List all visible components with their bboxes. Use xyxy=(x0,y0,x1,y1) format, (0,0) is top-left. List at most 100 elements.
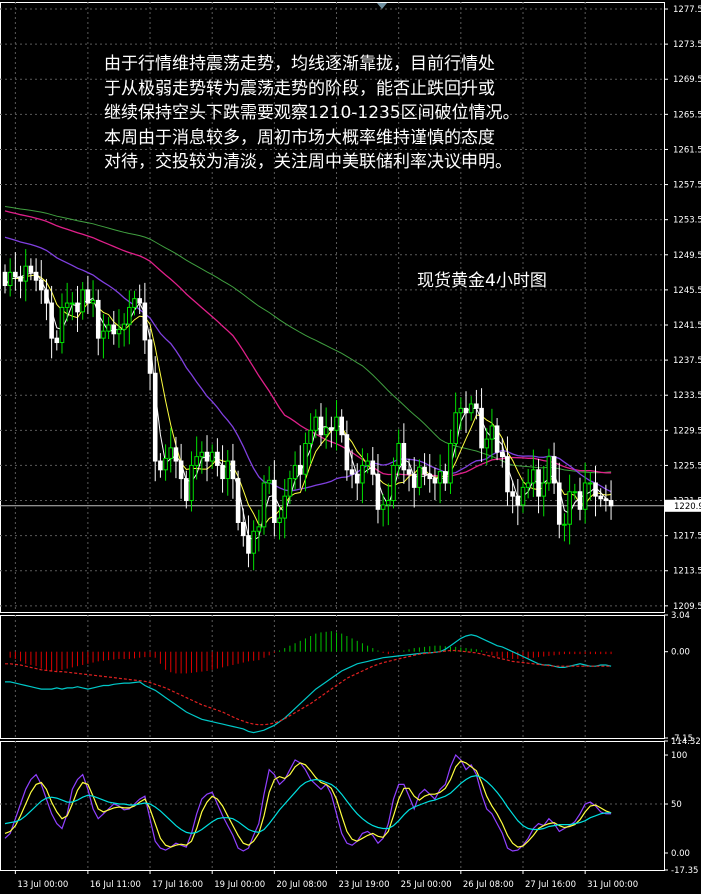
candle xyxy=(246,515,251,568)
candle-body xyxy=(173,447,179,462)
candle xyxy=(468,396,474,421)
candle-body xyxy=(608,500,614,507)
x-tick-label: 23 Jul 19:00 xyxy=(339,880,390,890)
annotation-line: 本周由于消息较多，周初市场大概率维持谨慎的态度 xyxy=(104,127,495,148)
candle xyxy=(215,438,220,477)
x-tick-label: 27 Jul 16:00 xyxy=(525,880,576,890)
candle xyxy=(354,463,360,501)
candle-body xyxy=(230,460,236,480)
price-y-tick-label: 1233.5 xyxy=(673,391,701,401)
candle-body xyxy=(494,425,500,453)
stochastic-y-tick-label: -17.35 xyxy=(671,866,698,876)
candle-body xyxy=(582,482,588,510)
candle-body xyxy=(417,466,422,488)
candle-body xyxy=(256,526,262,532)
candle-body xyxy=(70,302,75,305)
candle xyxy=(137,284,142,315)
candle-body xyxy=(308,429,313,444)
candle xyxy=(163,444,168,481)
candle-body xyxy=(515,495,521,506)
candle-body xyxy=(101,330,106,339)
candle xyxy=(106,317,111,340)
candle-body xyxy=(282,495,288,519)
candle xyxy=(520,479,526,513)
candle xyxy=(256,509,262,552)
candle xyxy=(251,520,256,571)
candle-body xyxy=(593,482,598,497)
candle-body xyxy=(479,407,484,449)
candle xyxy=(168,427,174,473)
candle xyxy=(463,391,469,433)
candle-body xyxy=(370,460,376,475)
candle-body xyxy=(588,482,593,485)
price-y-tick-label: 1217.5 xyxy=(673,532,701,542)
candle-body xyxy=(215,451,220,466)
candle xyxy=(95,289,101,356)
candle xyxy=(541,465,547,517)
x-tick-label: 13 Jul 00:00 xyxy=(17,880,68,890)
candle xyxy=(608,480,614,520)
candle xyxy=(417,459,422,496)
price-y-tick-label: 1269.5 xyxy=(673,75,701,85)
candle-body xyxy=(386,500,391,506)
chart-title: 现货黄金4小时图 xyxy=(417,271,547,291)
candle xyxy=(225,450,231,496)
candle-body xyxy=(406,469,412,475)
candle xyxy=(525,468,531,499)
candle xyxy=(189,451,194,512)
candle-body xyxy=(422,466,427,475)
candle-body xyxy=(225,460,231,480)
candle xyxy=(479,388,484,462)
x-tick-label: 25 Jul 00:00 xyxy=(401,880,452,890)
candle-body xyxy=(44,289,49,304)
candle xyxy=(536,458,541,514)
candle xyxy=(230,443,236,499)
candle-body xyxy=(556,482,562,525)
price-y-tick-label: 1241.5 xyxy=(673,321,701,331)
stochastic-y-tick-label: 0.00 xyxy=(671,849,690,859)
candle-body xyxy=(329,427,334,431)
oscillator-y-tick-label: 0.00 xyxy=(671,648,690,658)
price-y-tick-label: 1213.5 xyxy=(673,567,701,577)
candle-body xyxy=(137,298,142,304)
candle xyxy=(344,420,350,481)
candle xyxy=(448,429,453,494)
candle-body xyxy=(489,425,495,440)
candle xyxy=(121,313,127,347)
candle xyxy=(386,483,391,526)
candle xyxy=(422,453,427,486)
candle-body xyxy=(163,457,168,471)
candle-body xyxy=(334,416,339,431)
oscillator-y-tick-label: 3.04 xyxy=(671,611,690,621)
candle-body xyxy=(152,372,158,462)
annotation-line: 于从极弱走势转为震荡走势的阶段，能否止跌回升或 xyxy=(104,78,495,99)
candle-body xyxy=(380,504,386,510)
candle-body xyxy=(111,324,117,335)
x-tick-label: 17 Jul 16:00 xyxy=(152,880,203,890)
candle-body xyxy=(240,521,246,537)
candle-body xyxy=(323,427,329,436)
candle-body xyxy=(28,265,34,273)
candle xyxy=(158,453,163,478)
scroll-marker-icon[interactable] xyxy=(377,3,387,9)
moving-average-lines xyxy=(4,206,612,541)
candle xyxy=(59,293,65,354)
candle xyxy=(562,513,567,542)
candle xyxy=(28,258,34,281)
candle xyxy=(515,479,521,526)
candle xyxy=(443,463,448,491)
candle xyxy=(308,413,313,464)
candle-body xyxy=(551,456,557,484)
candle xyxy=(111,310,117,345)
candle-body xyxy=(199,451,205,458)
candle-body xyxy=(272,479,277,523)
ma-green-line xyxy=(4,206,612,474)
stochastic-y-tick-label: 114.32 xyxy=(671,737,701,747)
candle-body xyxy=(106,324,111,332)
candle-body xyxy=(251,530,256,554)
candle-body xyxy=(354,473,360,484)
price-y-tick-label: 1225.5 xyxy=(673,461,701,471)
candle-body xyxy=(85,289,91,304)
candle-body xyxy=(468,403,474,414)
candle-body xyxy=(142,302,148,341)
